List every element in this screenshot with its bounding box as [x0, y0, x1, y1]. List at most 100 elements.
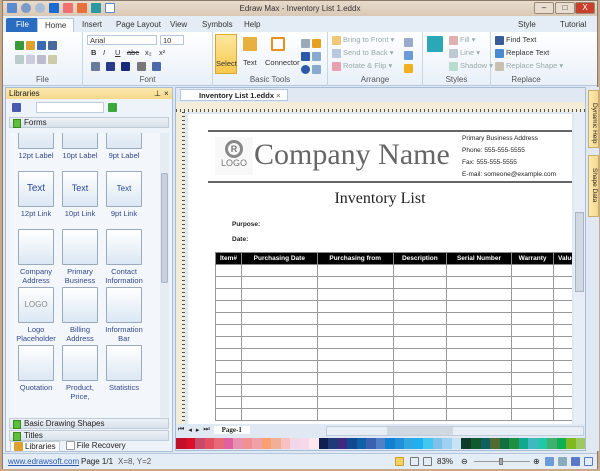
table-cell[interactable]	[445, 360, 513, 373]
table-cell[interactable]	[511, 300, 554, 313]
save-icon[interactable]	[37, 40, 46, 50]
first-page-icon[interactable]: ⏮	[178, 426, 184, 434]
table-cell[interactable]	[445, 336, 513, 349]
library-shape[interactable]: 12pt Label	[14, 133, 58, 160]
rotate-flip-button[interactable]: Rotate & Flip ▾	[332, 61, 392, 71]
color-swatch[interactable]	[318, 438, 329, 449]
table-cell[interactable]	[445, 264, 513, 277]
color-swatch[interactable]	[528, 438, 538, 449]
color-swatch[interactable]	[204, 438, 215, 449]
table-cell[interactable]	[511, 276, 554, 289]
table-cell[interactable]	[316, 360, 394, 373]
table-cell[interactable]	[316, 300, 394, 313]
color-swatch[interactable]	[442, 438, 452, 449]
library-shape[interactable]: Primary Business	[58, 229, 102, 285]
color-swatch[interactable]	[195, 438, 205, 449]
table-cell[interactable]	[241, 384, 318, 397]
table-cell[interactable]	[316, 408, 394, 421]
bullets-icon[interactable]	[151, 61, 161, 71]
table-cell[interactable]	[552, 288, 572, 301]
table-cell[interactable]	[552, 324, 572, 337]
table-cell[interactable]	[215, 300, 242, 313]
library-shape[interactable]: Statistics	[102, 345, 146, 392]
scroll-thumb[interactable]	[387, 427, 453, 435]
tab-libraries[interactable]: Libraries	[10, 441, 60, 453]
table-cell[interactable]	[215, 336, 242, 349]
table-cell[interactable]	[392, 312, 447, 325]
select-button[interactable]: Select	[215, 34, 237, 74]
point-icon[interactable]	[312, 64, 321, 74]
color-swatch[interactable]	[556, 438, 567, 449]
table-cell[interactable]	[392, 336, 447, 349]
shadow-button[interactable]: Shadow ▾	[449, 61, 493, 71]
library-shape[interactable]: Text 12pt Link	[14, 171, 58, 218]
pin-icon[interactable]: ⊥	[154, 88, 161, 99]
table-cell[interactable]	[215, 396, 242, 409]
tab-view[interactable]: View	[163, 18, 194, 33]
library-search-input[interactable]	[36, 102, 104, 113]
table-cell[interactable]	[511, 324, 554, 337]
table-cell[interactable]	[392, 372, 447, 385]
full-screen-icon[interactable]	[584, 457, 593, 466]
color-swatch[interactable]	[432, 438, 443, 449]
table-cell[interactable]	[511, 348, 554, 361]
table-cell[interactable]	[316, 288, 394, 301]
format-painter-icon[interactable]	[48, 54, 57, 64]
table-cell[interactable]	[241, 336, 318, 349]
scroll-thumb[interactable]	[575, 212, 584, 292]
color-swatch[interactable]	[214, 438, 224, 449]
color-swatch[interactable]	[518, 438, 529, 449]
tab-file-recovery[interactable]: File Recovery	[65, 441, 126, 452]
table-cell[interactable]	[552, 336, 572, 349]
document-tab[interactable]: Inventory List 1.eddx ×	[180, 89, 288, 101]
table-cell[interactable]	[241, 348, 318, 361]
table-cell[interactable]	[316, 384, 394, 397]
font-color-icon[interactable]	[121, 61, 131, 71]
library-shape[interactable]: Billing Address	[58, 287, 102, 343]
library-menu-icon[interactable]	[12, 103, 21, 112]
close-panel-icon[interactable]: ×	[164, 88, 169, 99]
table-cell[interactable]	[552, 264, 572, 277]
find-text-button[interactable]: Find Text	[495, 35, 536, 45]
table-cell[interactable]	[445, 396, 513, 409]
table-cell[interactable]	[511, 408, 554, 421]
table-cell[interactable]	[215, 360, 242, 373]
zoom-out-icon[interactable]: ⊖	[461, 454, 468, 469]
last-page-icon[interactable]: ⏭	[203, 426, 209, 434]
table-cell[interactable]	[241, 276, 318, 289]
print-icon[interactable]	[48, 40, 57, 50]
library-shape[interactable]: Text 9pt Link	[102, 171, 146, 218]
library-scrollbar[interactable]	[160, 133, 169, 417]
color-swatch[interactable]	[566, 438, 576, 449]
table-cell[interactable]	[316, 336, 394, 349]
color-swatch[interactable]	[385, 438, 395, 449]
table-cell[interactable]	[552, 384, 572, 397]
library-shape[interactable]: Quotation	[14, 345, 58, 392]
tab-home[interactable]: Home	[37, 18, 75, 33]
table-cell[interactable]	[316, 348, 394, 361]
color-swatch[interactable]	[223, 438, 234, 449]
table-cell[interactable]	[552, 276, 572, 289]
color-swatch[interactable]	[461, 438, 471, 449]
dynamic-help-tab[interactable]: Dynamic Help	[588, 90, 599, 148]
scroll-thumb[interactable]	[161, 173, 168, 283]
table-cell[interactable]	[241, 288, 318, 301]
zoom-in-icon[interactable]: ⊕	[533, 454, 540, 469]
table-cell[interactable]	[241, 408, 318, 421]
color-swatch[interactable]	[233, 438, 243, 449]
table-cell[interactable]	[316, 396, 394, 409]
table-cell[interactable]	[445, 384, 513, 397]
line-button[interactable]: Line ▾	[449, 48, 480, 58]
copy-icon[interactable]	[26, 54, 35, 64]
color-swatch[interactable]	[176, 438, 186, 449]
table-cell[interactable]	[215, 408, 242, 421]
table-cell[interactable]	[511, 384, 554, 397]
font-name-select[interactable]: Arial	[87, 35, 157, 45]
align-shapes-icon[interactable]	[404, 37, 413, 47]
library-shape[interactable]: Contact Information	[102, 229, 146, 285]
styles-gallery-icon[interactable]	[427, 36, 443, 52]
table-cell[interactable]	[445, 300, 513, 313]
color-swatch[interactable]	[271, 438, 281, 449]
tab-help[interactable]: Help	[237, 18, 267, 33]
subscript-button[interactable]: x₂	[145, 48, 152, 57]
